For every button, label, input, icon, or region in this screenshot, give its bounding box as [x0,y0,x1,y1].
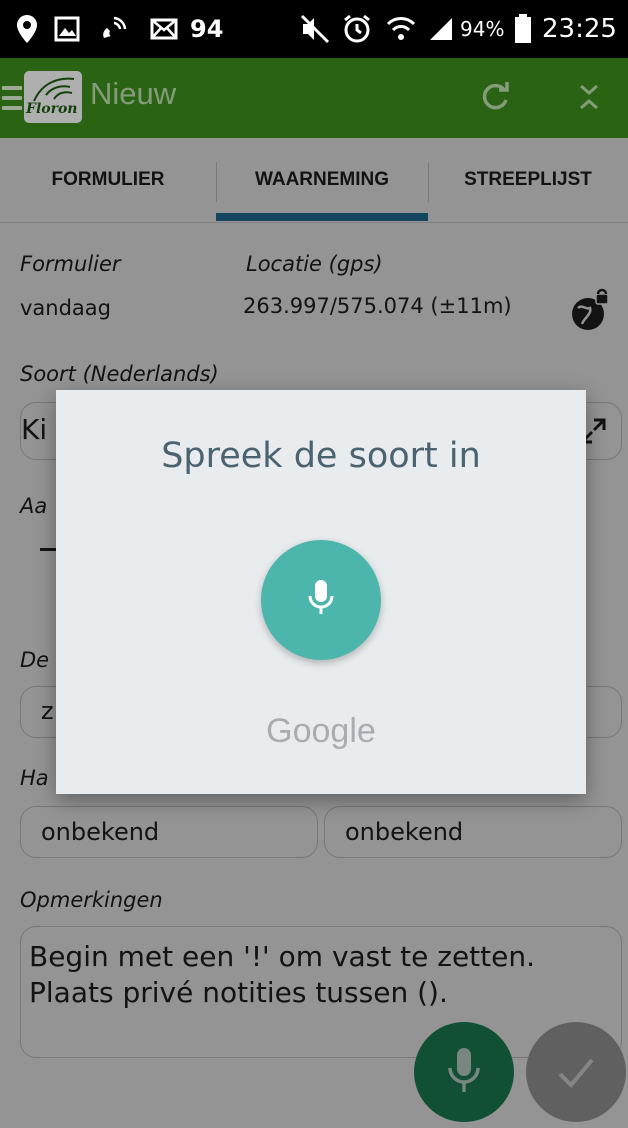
dialog-title: Spreek de soort in [161,436,481,476]
microphone-icon [305,578,337,626]
alarm-icon [342,0,372,58]
google-logo: Google [266,712,376,750]
notification-count: 94 [190,15,224,43]
signal-icon [428,0,454,58]
voice-search-dialog: Spreek de soort in Google [56,390,586,794]
mail-icon [150,0,178,58]
battery-icon [514,0,532,58]
image-notification-icon [54,0,80,58]
clock: 23:25 [542,14,617,44]
location-icon [16,0,38,58]
status-bar: 94 94% 23:25 [0,0,628,58]
dialog-mic-button[interactable] [261,540,381,660]
screen: 94 94% 23:25 Floron Nieuw FORMULIER WAAR… [0,0,628,1128]
battery-percent: 94% [460,17,505,41]
mute-icon [300,0,330,58]
wifi-icon [386,0,416,58]
scrim-appbar [0,58,628,138]
phone-wifi-call-icon [98,0,128,58]
